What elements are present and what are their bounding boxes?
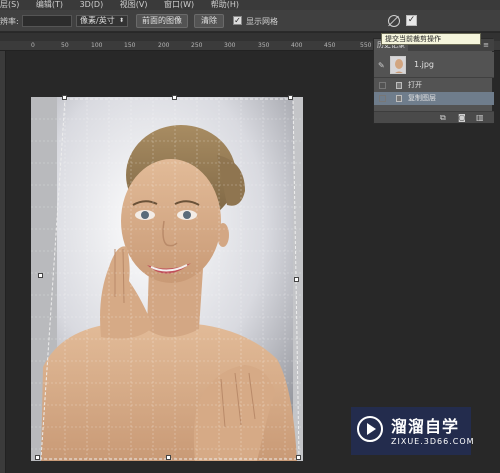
resolution-input[interactable]	[22, 15, 72, 27]
cancel-icon[interactable]	[388, 15, 400, 27]
watermark-subtitle: ZIXUE.3D66.COM	[391, 437, 475, 446]
document-icon	[396, 95, 402, 102]
document-icon	[396, 82, 402, 89]
snapshot-label: 1.jpg	[414, 60, 435, 69]
ruler-label: 250	[191, 42, 203, 49]
show-grid-label: 显示网格	[246, 17, 278, 26]
options-bar: 辨率: 像素/英寸 ⬍ 前面的图像 清除 ✓ 显示网格 ✓	[0, 10, 500, 32]
watermark-title: 溜溜自学	[391, 417, 460, 436]
trash-icon[interactable]: ▥	[476, 113, 484, 122]
new-state-icon[interactable]: ⧉	[440, 113, 446, 123]
brush-icon[interactable]: ✎	[378, 61, 385, 70]
ruler-label: 450	[324, 42, 336, 49]
portrait-image	[31, 97, 303, 461]
crop-handle-top-right[interactable]	[288, 95, 293, 100]
ruler-label: 300	[224, 42, 236, 49]
show-grid-checkbox[interactable]: ✓	[233, 16, 242, 25]
snapshot-thumbnail	[390, 56, 406, 74]
camera-icon[interactable]: ◙	[458, 113, 466, 122]
portrait-photo[interactable]	[31, 97, 303, 461]
crop-handle-right[interactable]	[294, 277, 299, 282]
unit-select-value: 像素/英寸	[80, 16, 115, 25]
ruler-label: 150	[124, 42, 136, 49]
ruler-label: 100	[91, 42, 103, 49]
commit-icon[interactable]: ✓	[406, 15, 417, 26]
history-item-label: 复制图层	[408, 94, 436, 102]
history-item-label: 打开	[408, 81, 422, 89]
clear-button[interactable]: 清除	[194, 14, 224, 28]
menu-window[interactable]: 窗口(W)	[164, 0, 194, 9]
unit-select[interactable]: 像素/英寸 ⬍	[76, 15, 128, 27]
crop-handle-bottom-right[interactable]	[296, 455, 301, 460]
ruler-label: 400	[291, 42, 303, 49]
ruler-label: 0	[31, 42, 35, 49]
menu-help[interactable]: 帮助(H)	[211, 0, 239, 9]
menu-bar: 层(S) 编辑(T) 3D(D) 视图(V) 窗口(W) 帮助(H)	[0, 0, 500, 10]
ruler-label: 550	[360, 42, 372, 49]
front-image-button[interactable]: 前面的图像	[136, 14, 188, 28]
crop-handle-top-left[interactable]	[62, 95, 67, 100]
watermark: 溜溜自学 ZIXUE.3D66.COM	[351, 407, 474, 455]
history-source-checkbox[interactable]	[379, 95, 386, 102]
updown-arrow-icon: ⬍	[118, 17, 124, 24]
menu-3d[interactable]: 3D(D)	[80, 0, 104, 9]
ruler-label: 50	[61, 42, 69, 49]
crop-handle-left[interactable]	[38, 273, 43, 278]
crop-handle-bottom-left[interactable]	[35, 455, 40, 460]
menu-edit[interactable]: 编辑(T)	[36, 0, 63, 9]
history-source-checkbox[interactable]	[379, 82, 386, 89]
crop-handle-top[interactable]	[172, 95, 177, 100]
resolution-label: 辨率:	[0, 17, 19, 26]
ruler-label: 200	[158, 42, 170, 49]
play-logo-icon	[357, 416, 383, 442]
crop-handle-bottom[interactable]	[166, 455, 171, 460]
history-footer: ⧉ ◙ ▥	[374, 111, 494, 123]
ruler-label: 350	[258, 42, 270, 49]
history-panel: 历史记录 ≡ ✎ 1.jpg 打开 复制图层 ⧉ ◙ ▥	[373, 38, 494, 124]
photoshop-window: 层(S) 编辑(T) 3D(D) 视图(V) 窗口(W) 帮助(H) 辨率: 像…	[0, 0, 500, 473]
panel-menu-icon[interactable]: ≡	[483, 41, 489, 49]
history-item-selected[interactable]: 复制图层	[374, 92, 494, 105]
commit-tooltip: 提交当前裁剪操作	[381, 33, 481, 45]
history-snapshot[interactable]: ✎ 1.jpg	[374, 52, 494, 78]
menu-layer[interactable]: 层(S)	[0, 0, 19, 9]
history-item[interactable]: 打开	[374, 79, 494, 92]
menu-view[interactable]: 视图(V)	[120, 0, 148, 9]
